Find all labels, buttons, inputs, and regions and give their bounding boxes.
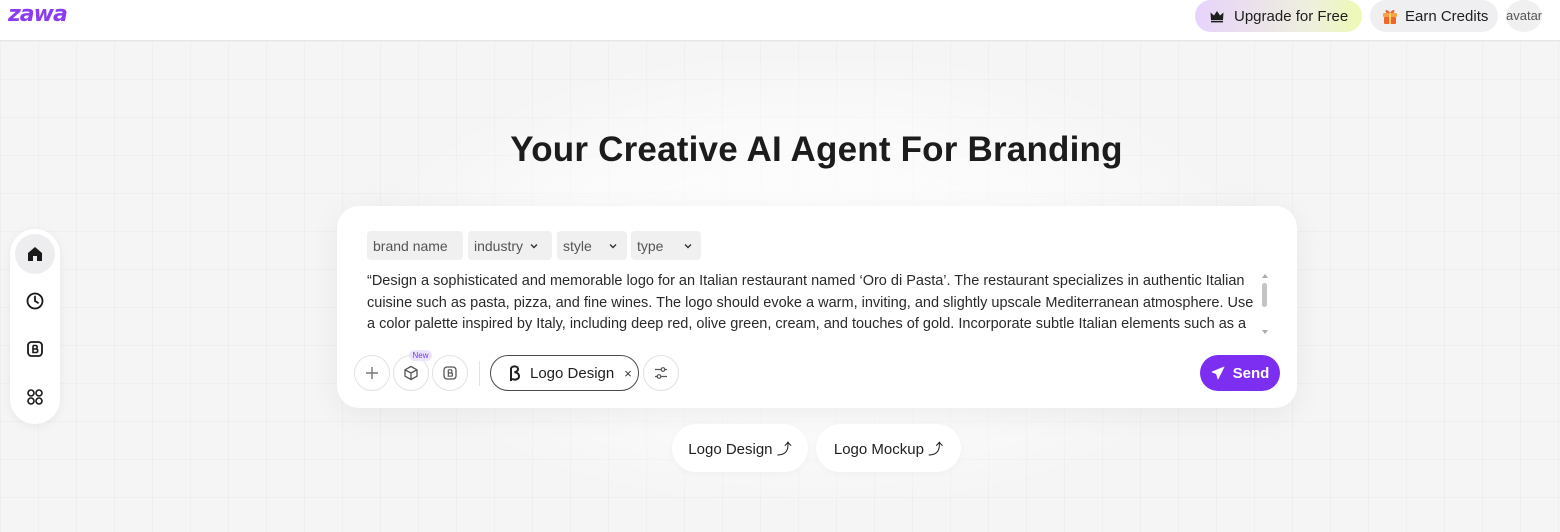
brand-b-icon: [27, 341, 43, 357]
upgrade-button[interactable]: Upgrade for Free: [1195, 0, 1362, 32]
chevron-down-icon: [530, 243, 538, 248]
send-button[interactable]: Send: [1200, 355, 1280, 391]
home-icon: [28, 247, 42, 261]
chevron-down-icon: [684, 243, 692, 248]
agent-tag-logo-design[interactable]: Logo Design ×: [490, 355, 639, 391]
chip-industry-label: industry: [474, 237, 524, 254]
apps-grid-icon: [27, 389, 43, 405]
plus-icon: [366, 367, 378, 379]
send-label: Send: [1232, 364, 1270, 382]
quick-link-logo-design[interactable]: Logo Design ⤴: [672, 424, 808, 472]
earn-credits-label: Earn Credits: [1405, 7, 1489, 25]
agent-tag-label: Logo Design: [530, 364, 615, 382]
sliders-icon: [655, 367, 667, 379]
settings-button[interactable]: [643, 355, 679, 391]
chip-type-label: type: [637, 237, 664, 254]
scrollbar-thumb[interactable]: [1262, 283, 1267, 307]
remove-tag-button[interactable]: ×: [624, 366, 632, 381]
quick-link-logo-mockup[interactable]: Logo Mockup ⤴: [816, 424, 961, 472]
chip-brand-name-label: brand name: [373, 237, 448, 254]
chip-type[interactable]: type: [631, 231, 701, 260]
top-bar: zawa Upgrade for Free Earn Credits avata…: [0, 0, 1560, 41]
add-button[interactable]: [354, 355, 390, 391]
prompt-scrollbar[interactable]: [1261, 273, 1269, 335]
scroll-up-icon: [1262, 274, 1268, 278]
scroll-down-icon: [1262, 330, 1268, 334]
chip-style[interactable]: style: [557, 231, 627, 260]
prompt-textarea[interactable]: “Design a sophisticated and memorable lo…: [367, 271, 1263, 333]
new-badge: New: [409, 350, 432, 361]
gift-icon: [1383, 9, 1397, 24]
send-icon: [1211, 366, 1225, 380]
chip-industry[interactable]: industry: [468, 231, 552, 260]
chevron-down-icon: [609, 243, 617, 248]
sidebar-item-home[interactable]: [15, 234, 55, 274]
brand-logo[interactable]: zawa: [8, 2, 68, 28]
crown-icon: [1210, 11, 1224, 23]
left-sidebar: [10, 229, 60, 424]
avatar[interactable]: avatar: [1506, 0, 1542, 32]
clock-icon: [26, 292, 44, 310]
earn-credits-button[interactable]: Earn Credits: [1370, 0, 1498, 32]
sidebar-item-apps[interactable]: [15, 377, 55, 417]
brand-b-icon: [443, 366, 457, 380]
sidebar-item-history[interactable]: [15, 281, 55, 321]
page-title: Your Creative AI Agent For Branding: [510, 130, 1123, 169]
cube-icon: [404, 365, 418, 381]
chip-style-label: style: [563, 237, 592, 254]
toolbar-divider: [479, 361, 480, 386]
prompt-card: brand name industry style type “Design a…: [337, 206, 1297, 408]
beta-logo-icon: [510, 365, 521, 381]
upgrade-label: Upgrade for Free: [1234, 7, 1349, 25]
chip-brand-name[interactable]: brand name: [367, 231, 463, 260]
brand-kit-button[interactable]: [432, 355, 468, 391]
sidebar-item-brand[interactable]: [15, 329, 55, 369]
